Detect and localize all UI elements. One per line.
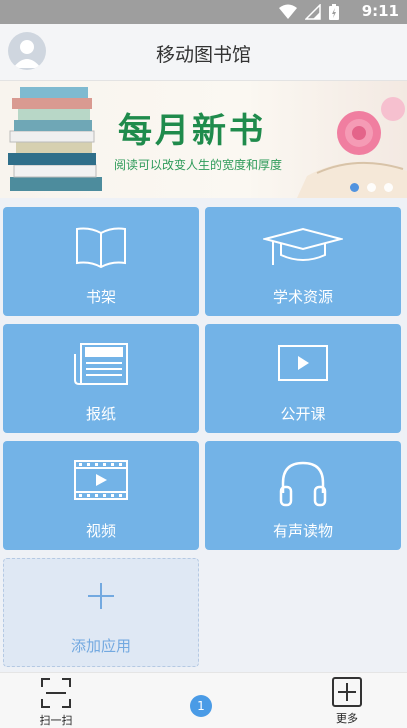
carousel-dot-active[interactable] [350,183,359,192]
scan-icon [41,678,71,708]
book-flower-illustration [297,97,407,198]
add-square-icon [332,677,362,707]
wifi-icon [279,4,297,19]
bottom-toolbar: 扫一扫 1 更多 [0,672,407,728]
scan-button[interactable]: 扫一扫 [38,677,74,728]
carousel-dot[interactable] [367,183,376,192]
carousel-dot[interactable] [384,183,393,192]
tile-label: 报纸 [85,405,116,423]
tile-bookshelf[interactable]: 书架 [3,207,199,316]
status-bar: 9:11 [0,0,407,24]
page-title: 移动图书馆 [155,44,251,66]
open-book-icon [76,227,126,269]
plus-icon [88,583,114,609]
carousel-indicators [350,183,393,192]
newspaper-icon [74,343,128,385]
graduation-cap-icon [263,227,343,265]
banner-subtitle: 阅读可以改变人生的宽度和厚度 [114,158,283,172]
headphones-icon [279,461,327,507]
film-strip-icon [74,460,128,500]
tile-label: 视频 [85,522,116,540]
tile-label: 有声读物 [272,522,333,540]
scan-label: 扫一扫 [39,714,73,727]
battery-icon [329,4,339,20]
page-indicator-badge: 1 [190,695,212,717]
tile-open-courses[interactable]: 公开课 [205,324,401,433]
tile-academic-resources[interactable]: 学术资源 [205,207,401,316]
banner-carousel[interactable]: 每月新书 阅读可以改变人生的宽度和厚度 [0,81,407,198]
status-icons [279,4,339,20]
more-label: 更多 [336,712,358,725]
tile-audiobooks[interactable]: 有声读物 [205,441,401,550]
add-app-tile[interactable]: 添加应用 [3,558,199,667]
more-button[interactable]: 更多 [331,677,363,726]
app-header: 移动图书馆 [0,24,407,81]
status-time: 9:11 [361,2,399,20]
tile-video[interactable]: 视频 [3,441,199,550]
tile-label: 学术资源 [272,288,333,306]
play-screen-icon [278,345,328,381]
book-stack-illustration [8,87,102,191]
signal-icon [305,4,321,20]
banner-headline: 每月新书 [118,111,266,151]
tile-label: 书架 [85,288,116,306]
tile-label: 公开课 [280,405,326,423]
tile-newspaper[interactable]: 报纸 [3,324,199,433]
add-app-label: 添加应用 [70,637,131,655]
